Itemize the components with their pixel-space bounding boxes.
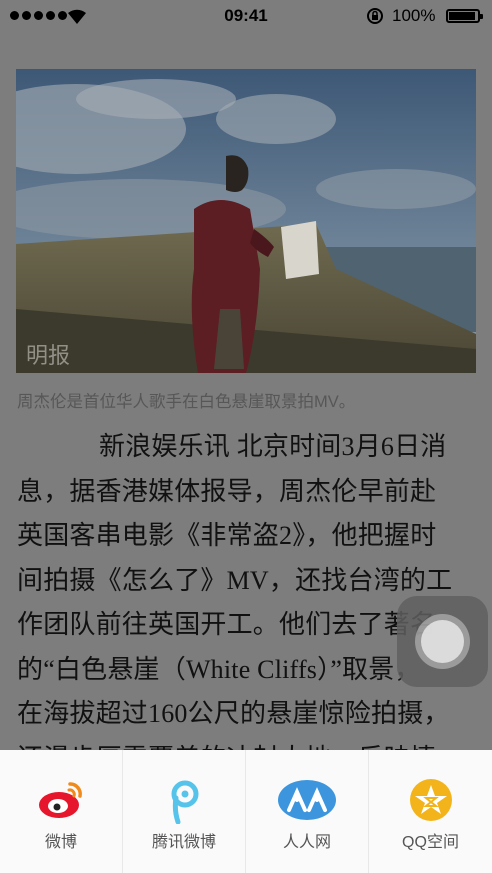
weibo-icon [39, 782, 82, 818]
article-line: 息，据香港媒体报导，周杰伦早前赴 [17, 476, 437, 506]
share-weibo-button[interactable]: 微博 [0, 750, 123, 873]
renren-icon [278, 780, 336, 820]
battery-percent: 100% [392, 6, 436, 25]
article-line: 新浪娱乐讯 北京时间3月6日消 [99, 432, 447, 461]
share-qzone-label: QQ空间 [402, 834, 459, 851]
share-renren-button[interactable]: 人人网 [246, 750, 369, 873]
article-line: 英国客串电影《非常盗2》，他把握时 [17, 521, 437, 550]
share-weibo-label: 微博 [44, 834, 77, 851]
article-photo: 明报 [16, 69, 476, 373]
share-tencent-weibo-label: 腾讯微博 [151, 834, 216, 851]
status-bar: 09:41 100% [0, 0, 492, 32]
article-body: 新浪娱乐讯 北京时间3月6日消 息，据香港媒体报导，周杰伦早前赴 英国客串电影《… [17, 425, 475, 750]
share-qzone-button[interactable]: QQ空间 [369, 750, 492, 873]
photo-caption: 周杰伦是首位华人歌手在白色悬崖取景拍MV。 [17, 393, 356, 411]
article-line: 间拍摄《怎么了》MV，还找台湾的工 [17, 565, 453, 595]
assistive-touch-button[interactable] [397, 596, 488, 687]
qzone-icon [409, 779, 452, 821]
tencent-weibo-icon [171, 780, 199, 824]
share-renren-label: 人人网 [282, 834, 331, 851]
photo-man-on-white-cliffs-icon: 明报 [16, 69, 476, 373]
share-tencent-weibo-button[interactable]: 腾讯微博 [123, 750, 246, 873]
orientation-lock-icon [367, 8, 383, 24]
article-line: 还漫步厚雪覆盖的冰封大地，反映情 [17, 737, 475, 751]
photo-watermark: 明报 [26, 343, 70, 368]
battery-icon [446, 9, 483, 23]
share-bar: 微博 腾讯微博 人人网 QQ空间 [0, 750, 492, 873]
article-line: 在海拔超过160公尺的悬崖惊险拍摄， [17, 699, 450, 728]
